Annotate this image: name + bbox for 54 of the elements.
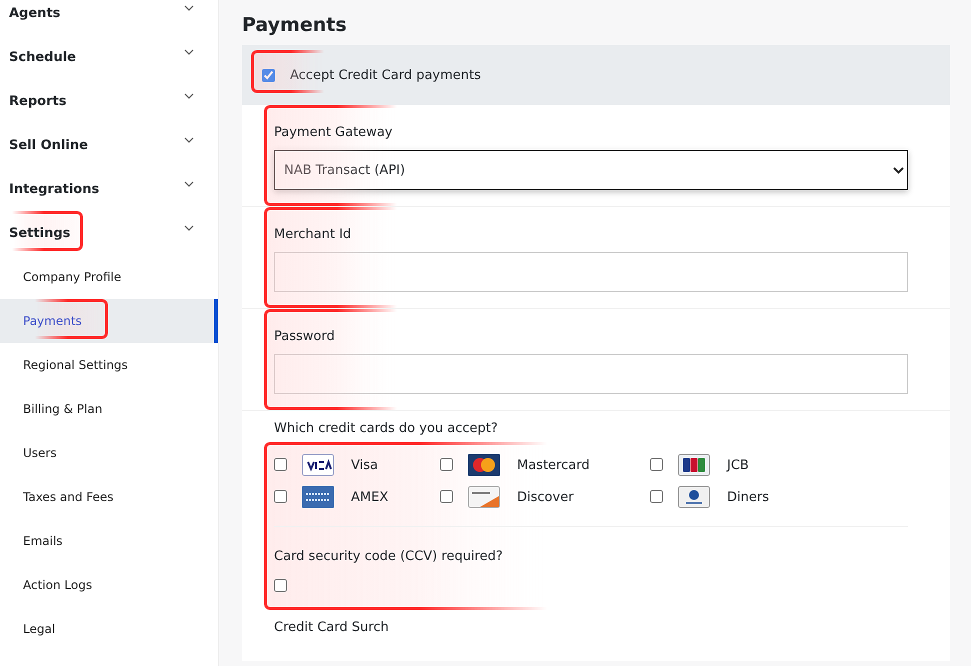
checkbox[interactable] [274,458,287,471]
merchant-id-field[interactable] [274,252,908,292]
chevron-icon [184,181,194,187]
card-logo-icon [468,454,500,476]
field-label: Credit Card Surch [274,620,390,635]
checkbox[interactable] [440,490,453,503]
checkbox-label: AMEX [351,490,388,504]
field-label: Which credit cards do you accept? [274,421,499,436]
gateway-dropdown[interactable]: NAB Transact (API) [274,150,908,190]
card-logo-icon [678,486,710,508]
page-title: Payments [242,14,348,36]
nav-subitem[interactable]: Payments [0,299,218,343]
field-label: Payment Gateway [274,125,394,140]
nav-subitem[interactable]: Company Profile [0,255,218,299]
card-logo-icon [302,486,334,508]
checkbox[interactable] [274,579,287,592]
checkbox[interactable] [440,458,453,471]
card-logo-icon [678,454,710,476]
checkbox[interactable] [650,458,663,471]
chevron-icon [184,225,194,231]
checkbox-label: Diners [727,490,769,504]
nav-subitem[interactable]: Emails [0,519,218,563]
checkbox[interactable] [650,490,663,503]
nav-subitem[interactable]: Taxes and Fees [0,475,218,519]
chevron-icon [184,49,194,55]
checkbox-label: JCB [727,458,749,472]
nav-subitem[interactable]: Legal [0,607,218,651]
checkbox-label: Mastercard [517,458,590,472]
nav-subitem[interactable]: Action Logs [0,563,218,607]
checkbox-label: Discover [517,490,574,504]
checkbox-label: Accept Credit Card payments [290,68,481,82]
nav-item[interactable]: Agents [0,0,218,35]
chevron-icon [893,166,904,174]
highlight-bracket [12,211,83,251]
checkbox[interactable] [262,68,275,82]
card-logo-icon [468,486,500,508]
chevron-icon [184,5,194,11]
field-label: Card security code (CCV) required? [274,549,504,564]
password-field[interactable] [274,354,908,394]
checkbox-label: Visa [351,458,378,472]
field-label: Merchant Id [274,227,352,242]
card-logo-icon [302,454,334,476]
nav-item[interactable]: Settings [0,211,218,255]
nav-item[interactable]: Sell Online [0,123,218,167]
nav-item[interactable]: Reports [0,79,218,123]
nav-subitem[interactable]: Billing & Plan [0,387,218,431]
field-label: Password [274,329,336,344]
chevron-icon [184,93,194,99]
nav-subitem[interactable]: Regional Settings [0,343,218,387]
chevron-icon [184,137,194,143]
nav-item[interactable]: Schedule [0,35,218,79]
nav-item[interactable]: Integrations [0,167,218,211]
nav-subitem[interactable]: Users [0,431,218,475]
checkbox[interactable] [274,490,287,503]
